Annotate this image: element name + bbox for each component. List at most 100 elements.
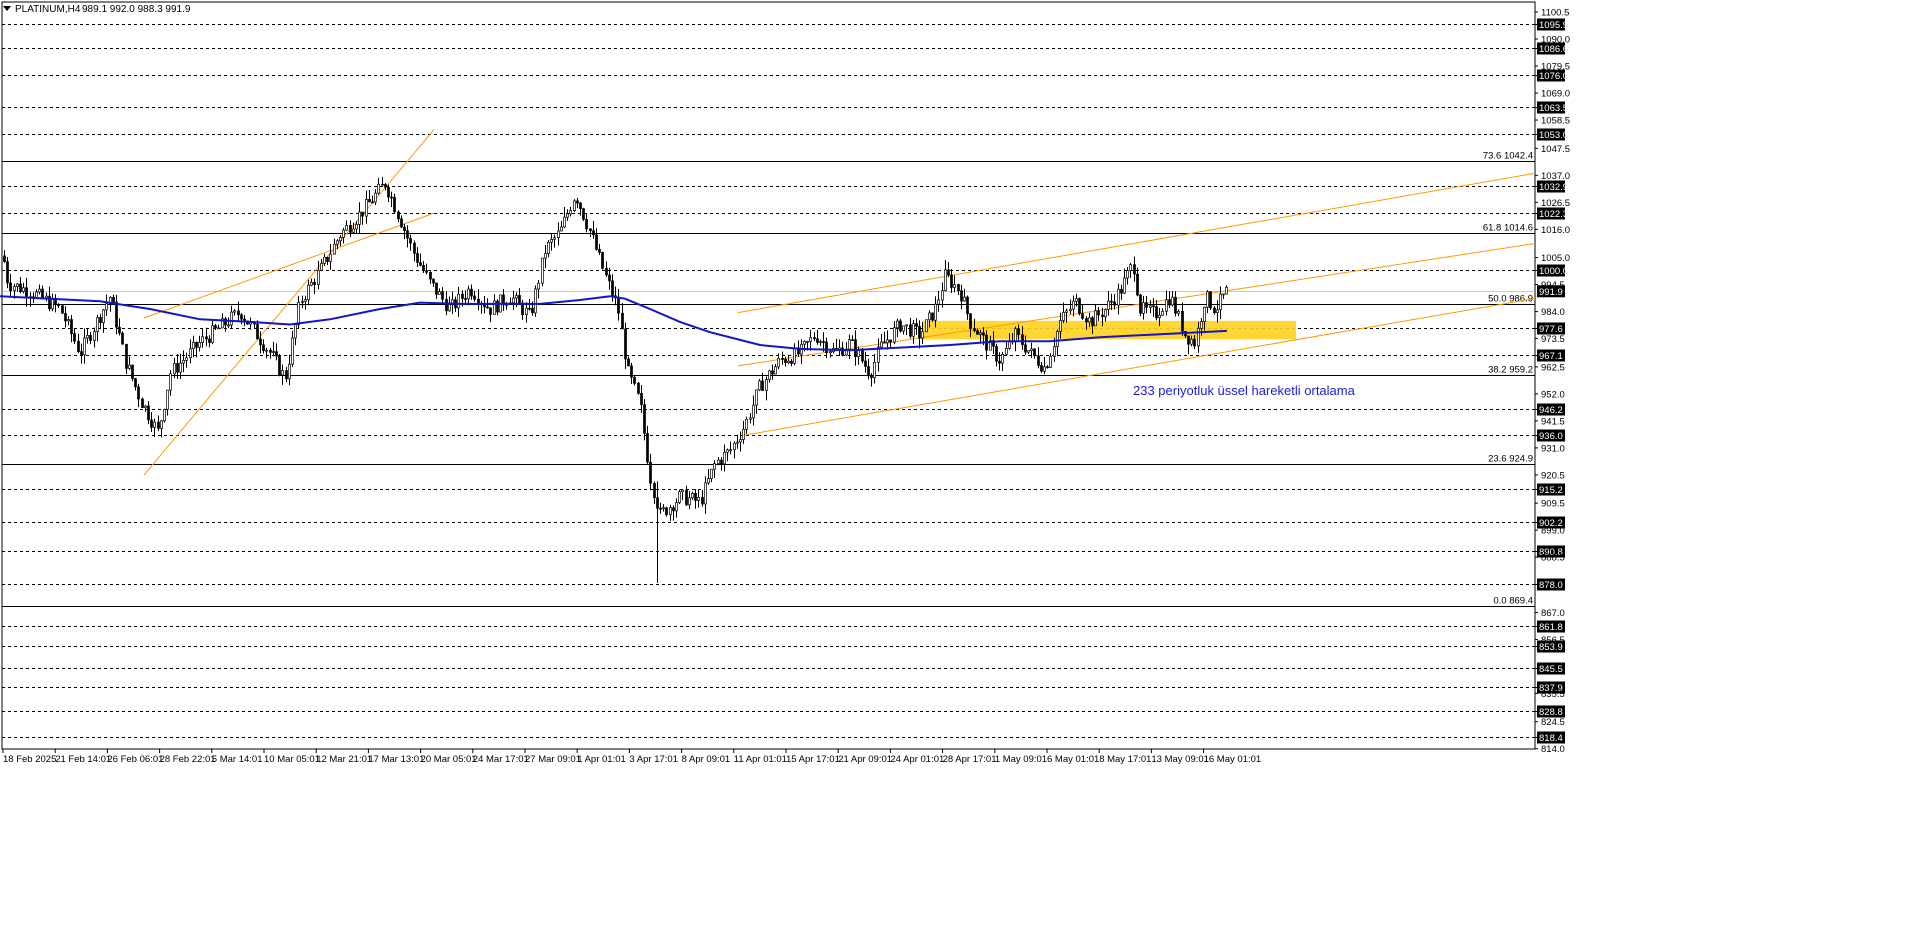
- y-tick-label: 1090.0: [1541, 35, 1570, 46]
- candle-body: [1069, 308, 1072, 312]
- candle-body: [336, 240, 339, 245]
- candle-body: [352, 228, 355, 233]
- candle-body: [678, 491, 681, 503]
- candle-body: [134, 378, 137, 388]
- candle-body: [227, 324, 230, 327]
- y-tick-label: 835.5: [1541, 689, 1565, 700]
- candle-body: [112, 297, 115, 303]
- candle-body: [1213, 307, 1216, 313]
- candle-body: [563, 216, 566, 228]
- chart-header: PLATINUM,H4 989.1 992.0 988.3 991.9: [3, 4, 191, 15]
- candle-body: [13, 286, 16, 292]
- candle-body: [1133, 264, 1136, 275]
- x-tick-label: 6 May 01:01: [1047, 754, 1099, 765]
- candle-body: [285, 370, 288, 380]
- candle-body: [265, 349, 268, 352]
- candle-body: [941, 290, 944, 301]
- candle-body: [445, 298, 448, 312]
- candle-body: [688, 497, 691, 506]
- candle-body: [320, 263, 323, 271]
- candle-body: [592, 230, 595, 236]
- candle-body: [979, 332, 982, 335]
- candle-body: [605, 267, 608, 276]
- candle-body: [585, 219, 588, 230]
- candle-body: [230, 311, 233, 326]
- candle-body: [752, 404, 755, 419]
- candle-body: [550, 238, 553, 243]
- x-tick-label: 10 Mar 05:01: [264, 754, 320, 765]
- candle-body: [208, 338, 211, 343]
- candle-body: [1110, 300, 1113, 303]
- x-tick-label: 24 Apr 01:01: [890, 754, 944, 765]
- candle-body: [899, 320, 902, 332]
- current-price-label: 991.9: [1539, 287, 1563, 298]
- y-tick-label: 1016.0: [1541, 225, 1570, 236]
- candle-body: [928, 312, 931, 321]
- candle-body: [323, 256, 326, 264]
- y-tick-label: 941.5: [1541, 416, 1565, 427]
- candle-body: [1097, 310, 1100, 316]
- candle-body: [982, 332, 985, 336]
- candle-body: [870, 375, 873, 379]
- candle-body: [518, 295, 521, 304]
- level-price-label: 936.0: [1539, 431, 1563, 442]
- fib-level-label: 73.6 1042.4: [1483, 151, 1533, 162]
- candle-body: [704, 482, 707, 505]
- candle-body: [864, 360, 867, 367]
- candle-body: [419, 262, 422, 266]
- candle-body: [141, 398, 144, 408]
- y-tick-label: 824.5: [1541, 717, 1565, 728]
- level-price-label: 1063.5: [1539, 103, 1568, 114]
- candle-body: [1123, 277, 1126, 294]
- candle-body: [189, 348, 192, 359]
- candle-body: [400, 218, 403, 228]
- candle-body: [35, 291, 38, 298]
- candle-body: [86, 334, 89, 339]
- candle-body: [1197, 327, 1200, 347]
- candle-body: [627, 358, 630, 367]
- candle-body: [185, 357, 188, 361]
- level-price-label: 845.5: [1539, 664, 1563, 675]
- candle-body: [339, 237, 342, 242]
- candle-body: [547, 241, 550, 254]
- candle-body: [333, 243, 336, 255]
- level-price-label: 861.8: [1539, 622, 1563, 633]
- candle-body: [1053, 346, 1056, 357]
- candle-body: [496, 300, 499, 313]
- candle-body: [630, 365, 633, 378]
- candle-body: [621, 312, 624, 330]
- x-tick-label: 3 Apr 17:01: [629, 754, 678, 765]
- candle-body: [397, 211, 400, 220]
- candle-body: [422, 265, 425, 272]
- candle-body: [1059, 320, 1062, 332]
- candle-body: [307, 284, 310, 301]
- candle-body: [739, 439, 742, 443]
- candle-body: [643, 404, 646, 434]
- candle-body: [131, 364, 134, 379]
- candle-body: [3, 255, 6, 262]
- candle-body: [649, 461, 652, 484]
- y-tick-label: 952.0: [1541, 389, 1565, 400]
- price-chart[interactable]: 73.6 1042.461.8 1014.650.0 986.938.2 959…: [0, 0, 1916, 936]
- candle-body: [861, 350, 864, 362]
- candle-body: [275, 351, 278, 357]
- y-tick-label: 888.5: [1541, 553, 1565, 564]
- y-tick-label: 1058.5: [1541, 116, 1570, 127]
- candle-body: [147, 405, 150, 421]
- candle-body: [1152, 305, 1155, 308]
- candle-body: [1085, 318, 1088, 323]
- x-tick-label: 21 Apr 09:01: [838, 754, 892, 765]
- candle-body: [345, 225, 348, 231]
- candle-body: [1171, 296, 1174, 306]
- candle-body: [169, 373, 172, 391]
- candle-body: [464, 298, 467, 300]
- candle-body: [406, 230, 409, 239]
- candle-body: [883, 341, 886, 344]
- candle-body: [867, 366, 870, 377]
- candle-body: [672, 507, 675, 512]
- y-tick-label: 1005.0: [1541, 253, 1570, 264]
- candle-body: [137, 386, 140, 400]
- candle-body: [1174, 296, 1177, 314]
- candle-body: [848, 339, 851, 350]
- x-tick-label: 28 Feb 22:01: [160, 754, 216, 765]
